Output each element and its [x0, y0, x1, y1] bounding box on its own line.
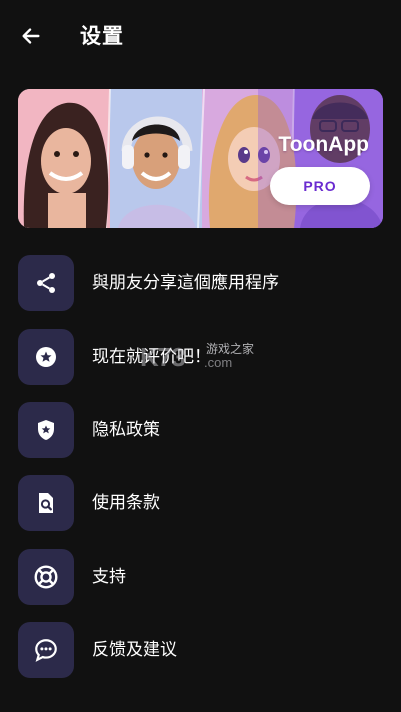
document-search-icon	[39, 493, 53, 513]
share-app-item[interactable]: 與朋友分享這個應用程序	[18, 255, 383, 311]
menu-icon-tile	[18, 329, 74, 385]
feedback-item[interactable]: 反馈及建议	[18, 622, 383, 678]
menu-item-label: 反馈及建议	[92, 640, 177, 660]
cartoon-faces-illustration	[18, 89, 383, 228]
page-title: 设置	[80, 24, 124, 48]
menu-item-label: 现在就评价吧！	[92, 347, 211, 367]
chat-bubble-icon	[35, 639, 57, 662]
star-badge-icon	[36, 347, 56, 367]
pro-promo-banner[interactable]: ToonApp PRO	[18, 89, 383, 228]
menu-item-label: 隐私政策	[92, 420, 160, 440]
arrow-left-icon	[22, 28, 40, 44]
pro-button[interactable]: PRO	[270, 167, 370, 205]
menu-item-label: 使用条款	[92, 493, 160, 513]
menu-item-label: 與朋友分享這個應用程序	[92, 273, 279, 293]
share-icon	[37, 273, 55, 293]
menu-icon-tile	[18, 549, 74, 605]
back-button[interactable]	[14, 20, 48, 52]
support-item[interactable]: 支持	[18, 549, 383, 605]
brand-name: ToonApp	[278, 133, 369, 156]
menu-icon-tile	[18, 255, 74, 311]
menu-icon-tile	[18, 402, 74, 458]
lifebuoy-icon	[34, 565, 58, 589]
shield-star-icon	[38, 420, 54, 440]
top-bar: 设置	[0, 0, 401, 70]
menu-icon-tile	[18, 475, 74, 531]
menu-item-label: 支持	[92, 567, 126, 587]
privacy-policy-item[interactable]: 隐私政策	[18, 402, 383, 458]
terms-of-use-item[interactable]: 使用条款	[18, 475, 383, 531]
rate-app-item[interactable]: 现在就评价吧！	[18, 329, 383, 385]
menu-icon-tile	[18, 622, 74, 678]
